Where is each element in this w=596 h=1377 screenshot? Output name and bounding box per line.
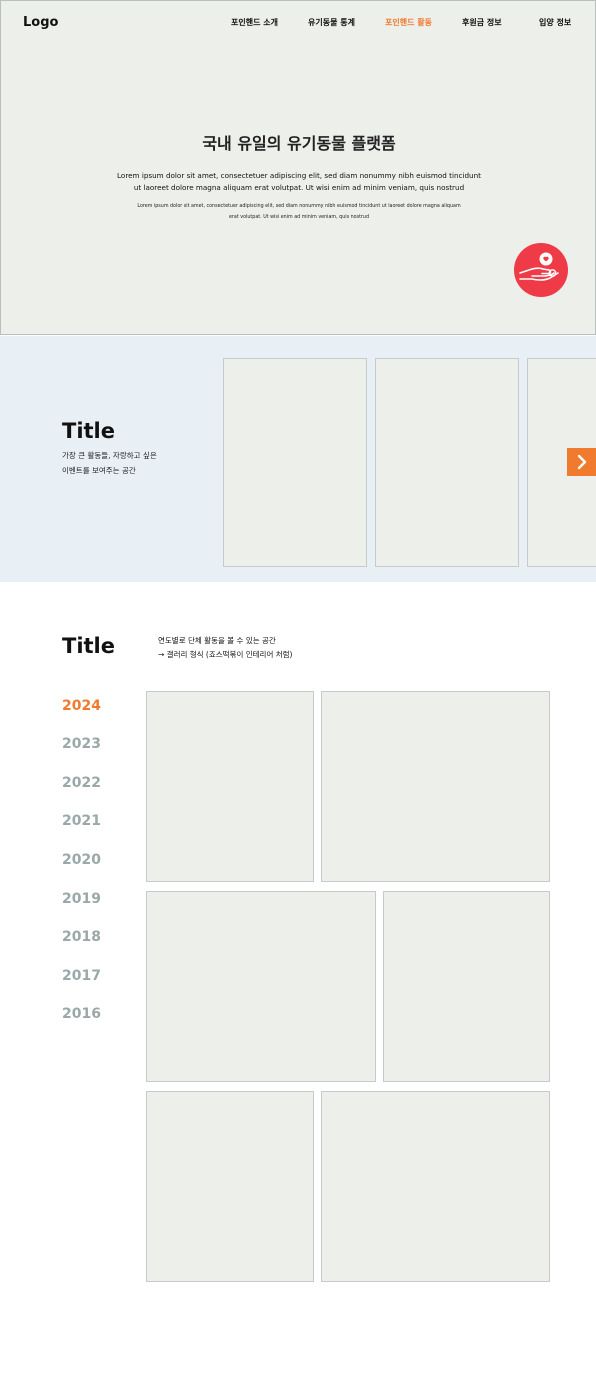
hero-section: Logo 포인핸드 소개 유기동물 통계 포인핸드 활동 후원금 정보 입양 정…: [0, 0, 596, 335]
featured-description: 가장 큰 활동들, 자랑하고 싶은 이벤트를 보여주는 공간: [62, 448, 192, 478]
gallery-title: Title: [62, 634, 116, 658]
gallery-tile[interactable]: [146, 891, 376, 1082]
hero-small-text: Lorem ipsum dolor sit amet, consectetuer…: [123, 201, 475, 223]
year-filter-item[interactable]: 2020: [62, 852, 101, 868]
hero-description-line: Lorem ipsum dolor sit amet, consectetuer…: [117, 171, 481, 180]
gallery-tile[interactable]: [146, 1091, 314, 1282]
gallery-tile[interactable]: [383, 891, 550, 1082]
nav-item-donation[interactable]: 후원금 정보: [462, 17, 502, 28]
hero-description-line: ut laoreet dolore magna aliquam erat vol…: [133, 182, 465, 192]
year-filter-item[interactable]: 2017: [62, 968, 101, 984]
year-filter-item[interactable]: 2019: [62, 891, 101, 907]
hero-small-line: Lorem ipsum dolor sit amet, consectetuer…: [137, 204, 461, 209]
featured-card[interactable]: [375, 358, 519, 567]
featured-title: Title: [62, 419, 116, 443]
hero-small-line: erat volutpat. Ut wisi enim ad minim ven…: [228, 215, 370, 220]
nav-item-adoption[interactable]: 입양 정보: [539, 17, 571, 28]
floating-action-button[interactable]: [514, 243, 568, 297]
nav-item-activities[interactable]: 포인핸드 활동: [385, 17, 432, 28]
gallery-tile[interactable]: [146, 691, 314, 882]
hero-title: 국내 유일의 유기동물 플랫폼: [202, 134, 396, 153]
featured-card[interactable]: [223, 358, 367, 567]
hero-description: Lorem ipsum dolor sit amet, consectetuer…: [111, 170, 487, 193]
year-filter-item[interactable]: 2021: [62, 813, 101, 829]
gallery-description-line: 연도별로 단체 활동을 볼 수 있는 공간: [158, 636, 276, 645]
main-nav: 포인핸드 소개 유기동물 통계 포인핸드 활동 후원금 정보 입양 정보: [1, 17, 596, 31]
gallery-description-line: → 갤러리 형식 (죠스떡볶이 인테리어 처럼): [158, 650, 293, 659]
featured-section: Title 가장 큰 활동들, 자랑하고 싶은 이벤트를 보여주는 공간: [0, 336, 596, 582]
nav-item-intro[interactable]: 포인핸드 소개: [231, 17, 278, 28]
featured-description-line: 가장 큰 활동들, 자랑하고 싶은: [62, 451, 157, 460]
year-filter-item[interactable]: 2024: [62, 698, 101, 714]
nav-item-statistics[interactable]: 유기동물 통계: [308, 17, 355, 28]
gallery-description: 연도별로 단체 활동을 볼 수 있는 공간 → 갤러리 형식 (죠스떡볶이 인테…: [158, 634, 292, 662]
carousel-next-button[interactable]: [567, 448, 596, 476]
gallery-tile[interactable]: [321, 691, 550, 882]
year-filter-item[interactable]: 2016: [62, 1006, 101, 1022]
gallery-tile[interactable]: [321, 1091, 550, 1282]
year-filter-item[interactable]: 2023: [62, 736, 101, 752]
year-filter-item[interactable]: 2022: [62, 775, 101, 791]
featured-description-line: 이벤트를 보여주는 공간: [62, 466, 136, 475]
chevron-right-icon: [577, 454, 586, 470]
year-filter-item[interactable]: 2018: [62, 929, 101, 945]
hand-heart-icon: [519, 252, 559, 281]
